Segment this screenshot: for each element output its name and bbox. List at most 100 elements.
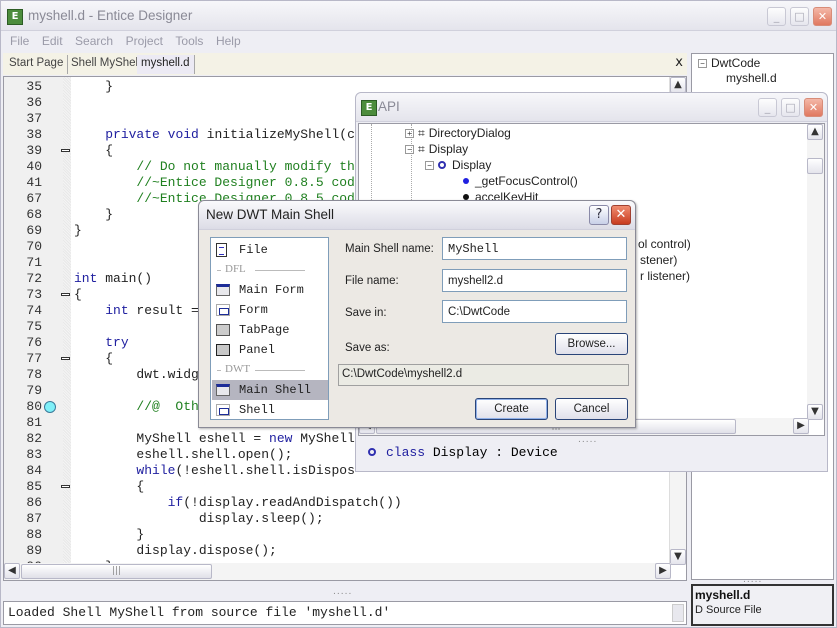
code-text: while(!eshell.shell.isDispos [136, 463, 355, 478]
collapse-icon[interactable]: − [425, 161, 434, 170]
line-number: 72 [26, 271, 42, 286]
tab-myshell-d[interactable]: myshell.d [137, 55, 195, 74]
api-node-getfocuscontrol[interactable]: _getFocusControl() [463, 174, 578, 188]
code-line[interactable]: 89 display.dispose(); [4, 543, 686, 559]
api-node-directorydialog[interactable]: + ⌗ DirectoryDialog [405, 126, 511, 141]
line-number: 77 [26, 351, 42, 366]
api-vertical-scrollbar[interactable]: ▲ ▼ [807, 124, 824, 420]
api-minimize-button[interactable]: _ [758, 98, 777, 117]
code-line[interactable]: 87 display.sleep(); [4, 511, 686, 527]
template-item-form[interactable]: Form [212, 300, 328, 320]
scroll-up-icon[interactable]: ▲ [807, 124, 823, 140]
line-number: 71 [26, 255, 42, 270]
menu-help[interactable]: Help [216, 34, 241, 48]
main-window-icon [216, 284, 230, 296]
code-text: } [74, 207, 114, 222]
code-line[interactable]: 85 { [4, 479, 686, 495]
scroll-right-icon[interactable]: ▶ [655, 563, 671, 579]
scroll-down-icon[interactable]: ▼ [670, 549, 686, 565]
code-text: } [74, 79, 114, 94]
tree-node-dwtcode[interactable]: − DwtCode [698, 56, 760, 70]
template-item-tabpage[interactable]: TabPage [212, 320, 328, 340]
api-title-bar[interactable]: E API _ □ ✕ [356, 93, 827, 122]
dialog-title-bar[interactable]: New DWT Main Shell ? ✕ [199, 201, 635, 230]
line-number: 75 [26, 319, 42, 334]
file-name-label: File name: [345, 275, 399, 287]
expand-icon[interactable]: + [405, 129, 414, 138]
api-node-display-class[interactable]: − Display [425, 158, 491, 172]
help-button[interactable]: ? [589, 205, 609, 225]
scroll-left-icon[interactable]: ◀ [4, 563, 20, 579]
collapse-icon[interactable]: − [405, 145, 414, 154]
fold-collapse-icon[interactable] [61, 357, 70, 360]
close-tab-icon[interactable]: x [675, 55, 683, 70]
close-button[interactable]: ✕ [813, 7, 832, 26]
title-bar[interactable]: E myshell.d - Entice Designer _ □ ✕ [1, 1, 836, 31]
template-item-main-shell[interactable]: Main Shell [212, 380, 328, 400]
code-text: // Do not manually modify th [74, 159, 355, 174]
scroll-up-icon[interactable]: ▲ [670, 77, 686, 93]
template-label: Main Form [239, 283, 304, 297]
code-text: private void initializeMyShell(c [105, 127, 355, 142]
code-text: int main() [74, 271, 153, 286]
api-node-partial[interactable]: stener) [640, 253, 677, 267]
menu-project[interactable]: Project [126, 34, 163, 48]
main-shell-name-label: Main Shell name: [345, 243, 434, 255]
api-close-button[interactable]: ✕ [804, 98, 823, 117]
console-scrollbar[interactable] [672, 604, 684, 622]
output-console[interactable]: Loaded Shell MyShell from source file 'm… [3, 601, 687, 625]
scroll-thumb[interactable] [807, 158, 823, 174]
menu-edit[interactable]: Edit [42, 34, 63, 48]
fold-collapse-icon[interactable] [61, 293, 70, 296]
fold-collapse-icon[interactable] [61, 485, 70, 488]
class-ring-icon [368, 448, 376, 456]
menu-file[interactable]: File [10, 34, 29, 48]
template-list[interactable]: File DFL Main Form Form TabPage Panel DWT Main … [210, 237, 329, 420]
tree-node-myshell-d[interactable]: myshell.d [726, 71, 777, 85]
template-item-panel[interactable]: Panel [212, 340, 328, 360]
template-item-shell[interactable]: Shell [212, 400, 328, 420]
fold-collapse-icon[interactable] [61, 149, 70, 152]
template-label: Main Shell [239, 383, 312, 397]
line-number: 39 [26, 143, 42, 158]
menu-search[interactable]: Search [75, 34, 113, 48]
save-in-input[interactable] [442, 300, 627, 323]
api-node-display-module[interactable]: − ⌗ Display [405, 142, 468, 157]
line-number: 40 [26, 159, 42, 174]
code-line[interactable]: 86 if(!display.readAndDispatch()) [4, 495, 686, 511]
template-item-file[interactable]: File [212, 240, 328, 260]
line-number: 67 [26, 191, 42, 206]
code-text: if(!display.readAndDispatch()) [167, 495, 402, 510]
splitter-handle[interactable]: ..... [333, 587, 352, 597]
api-maximize-button[interactable]: □ [781, 98, 800, 117]
collapse-icon[interactable]: − [698, 59, 707, 68]
browse-button[interactable]: Browse... [555, 333, 628, 355]
method-dot-icon [463, 178, 469, 184]
code-line[interactable]: 88 } [4, 527, 686, 543]
line-number: 35 [26, 79, 42, 94]
api-node-partial[interactable]: r listener) [640, 269, 690, 283]
line-number: 87 [26, 511, 42, 526]
file-name-input[interactable] [442, 269, 627, 292]
cancel-button[interactable]: Cancel [555, 398, 628, 420]
line-number: 78 [26, 367, 42, 382]
maximize-button[interactable]: □ [790, 7, 809, 26]
template-item-main-form[interactable]: Main Form [212, 280, 328, 300]
save-in-label: Save in: [345, 307, 387, 319]
dialog-close-button[interactable]: ✕ [611, 205, 631, 225]
editor-horizontal-scrollbar[interactable]: ◀ ||| ▶ [4, 563, 671, 580]
line-number: 84 [26, 463, 42, 478]
file-info-name: myshell.d [695, 588, 751, 602]
create-button[interactable]: Create [475, 398, 548, 420]
breakpoint-icon[interactable] [44, 401, 56, 413]
main-shell-name-input[interactable] [442, 237, 627, 260]
scroll-down-icon[interactable]: ▼ [807, 404, 823, 420]
scroll-right-icon[interactable]: ▶ [793, 418, 809, 434]
menu-tools[interactable]: Tools [175, 34, 203, 48]
scroll-thumb[interactable]: ||| [21, 564, 212, 579]
tab-shell-myshell[interactable]: Shell MyShell [67, 55, 146, 74]
window-title: myshell.d - Entice Designer [28, 8, 193, 23]
tab-start-page[interactable]: Start Page [5, 55, 69, 74]
api-node-partial[interactable]: ol control) [638, 237, 691, 251]
minimize-button[interactable]: _ [767, 7, 786, 26]
